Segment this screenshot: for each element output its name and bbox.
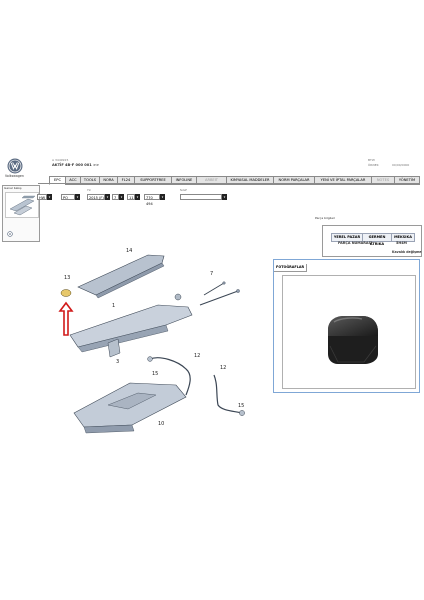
part-number-label: PARÇA NUMARASI — [338, 241, 373, 245]
part-photo[interactable] — [298, 286, 410, 374]
tab-tools[interactable]: TOOLS — [80, 176, 100, 185]
tab-epc[interactable]: EPC — [49, 176, 66, 185]
filter-field-5-dropdown[interactable]: ▾ — [135, 194, 140, 200]
tab-yonetim[interactable]: YÖNETİM — [394, 176, 420, 185]
filter-field-4[interactable]: 7 — [112, 194, 119, 200]
filter-field-6-dropdown[interactable]: ▾ — [160, 194, 165, 200]
tab-supportfree[interactable]: SUPPORTFREE — [134, 176, 172, 185]
part-name-fragment: Kavalık değişme — [392, 250, 422, 254]
header-right-status-a: ÖRNEK — [368, 163, 379, 167]
header-line1: A 3449915 — [52, 158, 69, 162]
diagram-thumbnail[interactable] — [5, 192, 39, 218]
thumbnail-page-icon[interactable] — [7, 222, 13, 237]
tab-arbeit: ARBEIT — [196, 176, 227, 185]
filter-field-4-dropdown[interactable]: ▾ — [119, 194, 124, 200]
filter-field-7[interactable] — [180, 194, 222, 200]
callout-label: 15 — [238, 403, 244, 409]
filter-field-7-label: Sınıf — [180, 188, 187, 192]
callout-label: 14 — [126, 248, 132, 254]
tab-notes: NOTES — [371, 176, 395, 185]
photo-frame — [282, 275, 416, 389]
tab-infoline[interactable]: INFOLINE — [171, 176, 197, 185]
tab-nora[interactable]: NORA — [99, 176, 118, 185]
header-right-line1: BTW — [368, 158, 375, 162]
filter-field-1[interactable]: HW — [37, 194, 47, 200]
filter-field-7-dropdown[interactable]: ▾ — [222, 194, 227, 200]
callout-label: 12 — [194, 353, 200, 359]
parts-diagram: 14 13 1 3 7 12 15 12 15 10 — [38, 235, 278, 435]
callout-label: 12 — [220, 365, 226, 371]
tab-acc[interactable]: ACC — [65, 176, 81, 185]
filter-field-3[interactable]: 2015 (F) — [87, 194, 105, 200]
tab-kimyasal-maddeler[interactable]: KIMYASAL MADDELER — [226, 176, 274, 185]
filter-field-6[interactable]: 770 494 — [144, 194, 160, 206]
parts-info-title: Parça bilgileri — [315, 216, 336, 220]
callout-label: 15 — [152, 371, 158, 377]
tab-fl24[interactable]: FL24 — [117, 176, 135, 185]
callout-label: 1 — [112, 303, 115, 309]
callout-label: 7 — [210, 271, 213, 277]
tab-norm-parcalar[interactable]: NORM PARÇALAR — [273, 176, 315, 185]
thumbnail-panel: Genel bakış — [2, 185, 40, 242]
header-line2: AKTİF 4B-F 000 001 >> — [52, 163, 100, 167]
callout-label: 13 — [64, 275, 70, 281]
tab-yeni-ve-iptal-parcalar[interactable]: YENİ VE İPTAL PARÇALAR — [314, 176, 372, 185]
thumbnail-panel-title: Genel bakış — [4, 186, 22, 190]
filter-field-3-label: Yıl — [87, 188, 91, 192]
filter-field-2-dropdown[interactable]: ▾ — [75, 194, 80, 200]
callout-label: 10 — [158, 421, 164, 427]
filter-field-1-dropdown[interactable]: ▾ — [47, 194, 52, 200]
photo-window: FOTOĞRAFLAR — [273, 259, 420, 393]
filter-field-5[interactable]: 11 — [127, 194, 135, 200]
tab-bar-line — [38, 183, 420, 184]
brand-name: Volkswagen — [5, 174, 24, 178]
header-right-status-b: 00/00/0000 — [392, 163, 410, 167]
callout-label: 3 — [116, 359, 119, 365]
photo-window-tab[interactable]: FOTOĞRAFLAR — [274, 264, 308, 272]
filter-field-2[interactable]: PO — [61, 194, 75, 200]
part-number-value: 5H4M — [396, 241, 407, 245]
filter-field-3-dropdown[interactable]: ▾ — [105, 194, 110, 200]
vw-logo — [7, 158, 23, 174]
